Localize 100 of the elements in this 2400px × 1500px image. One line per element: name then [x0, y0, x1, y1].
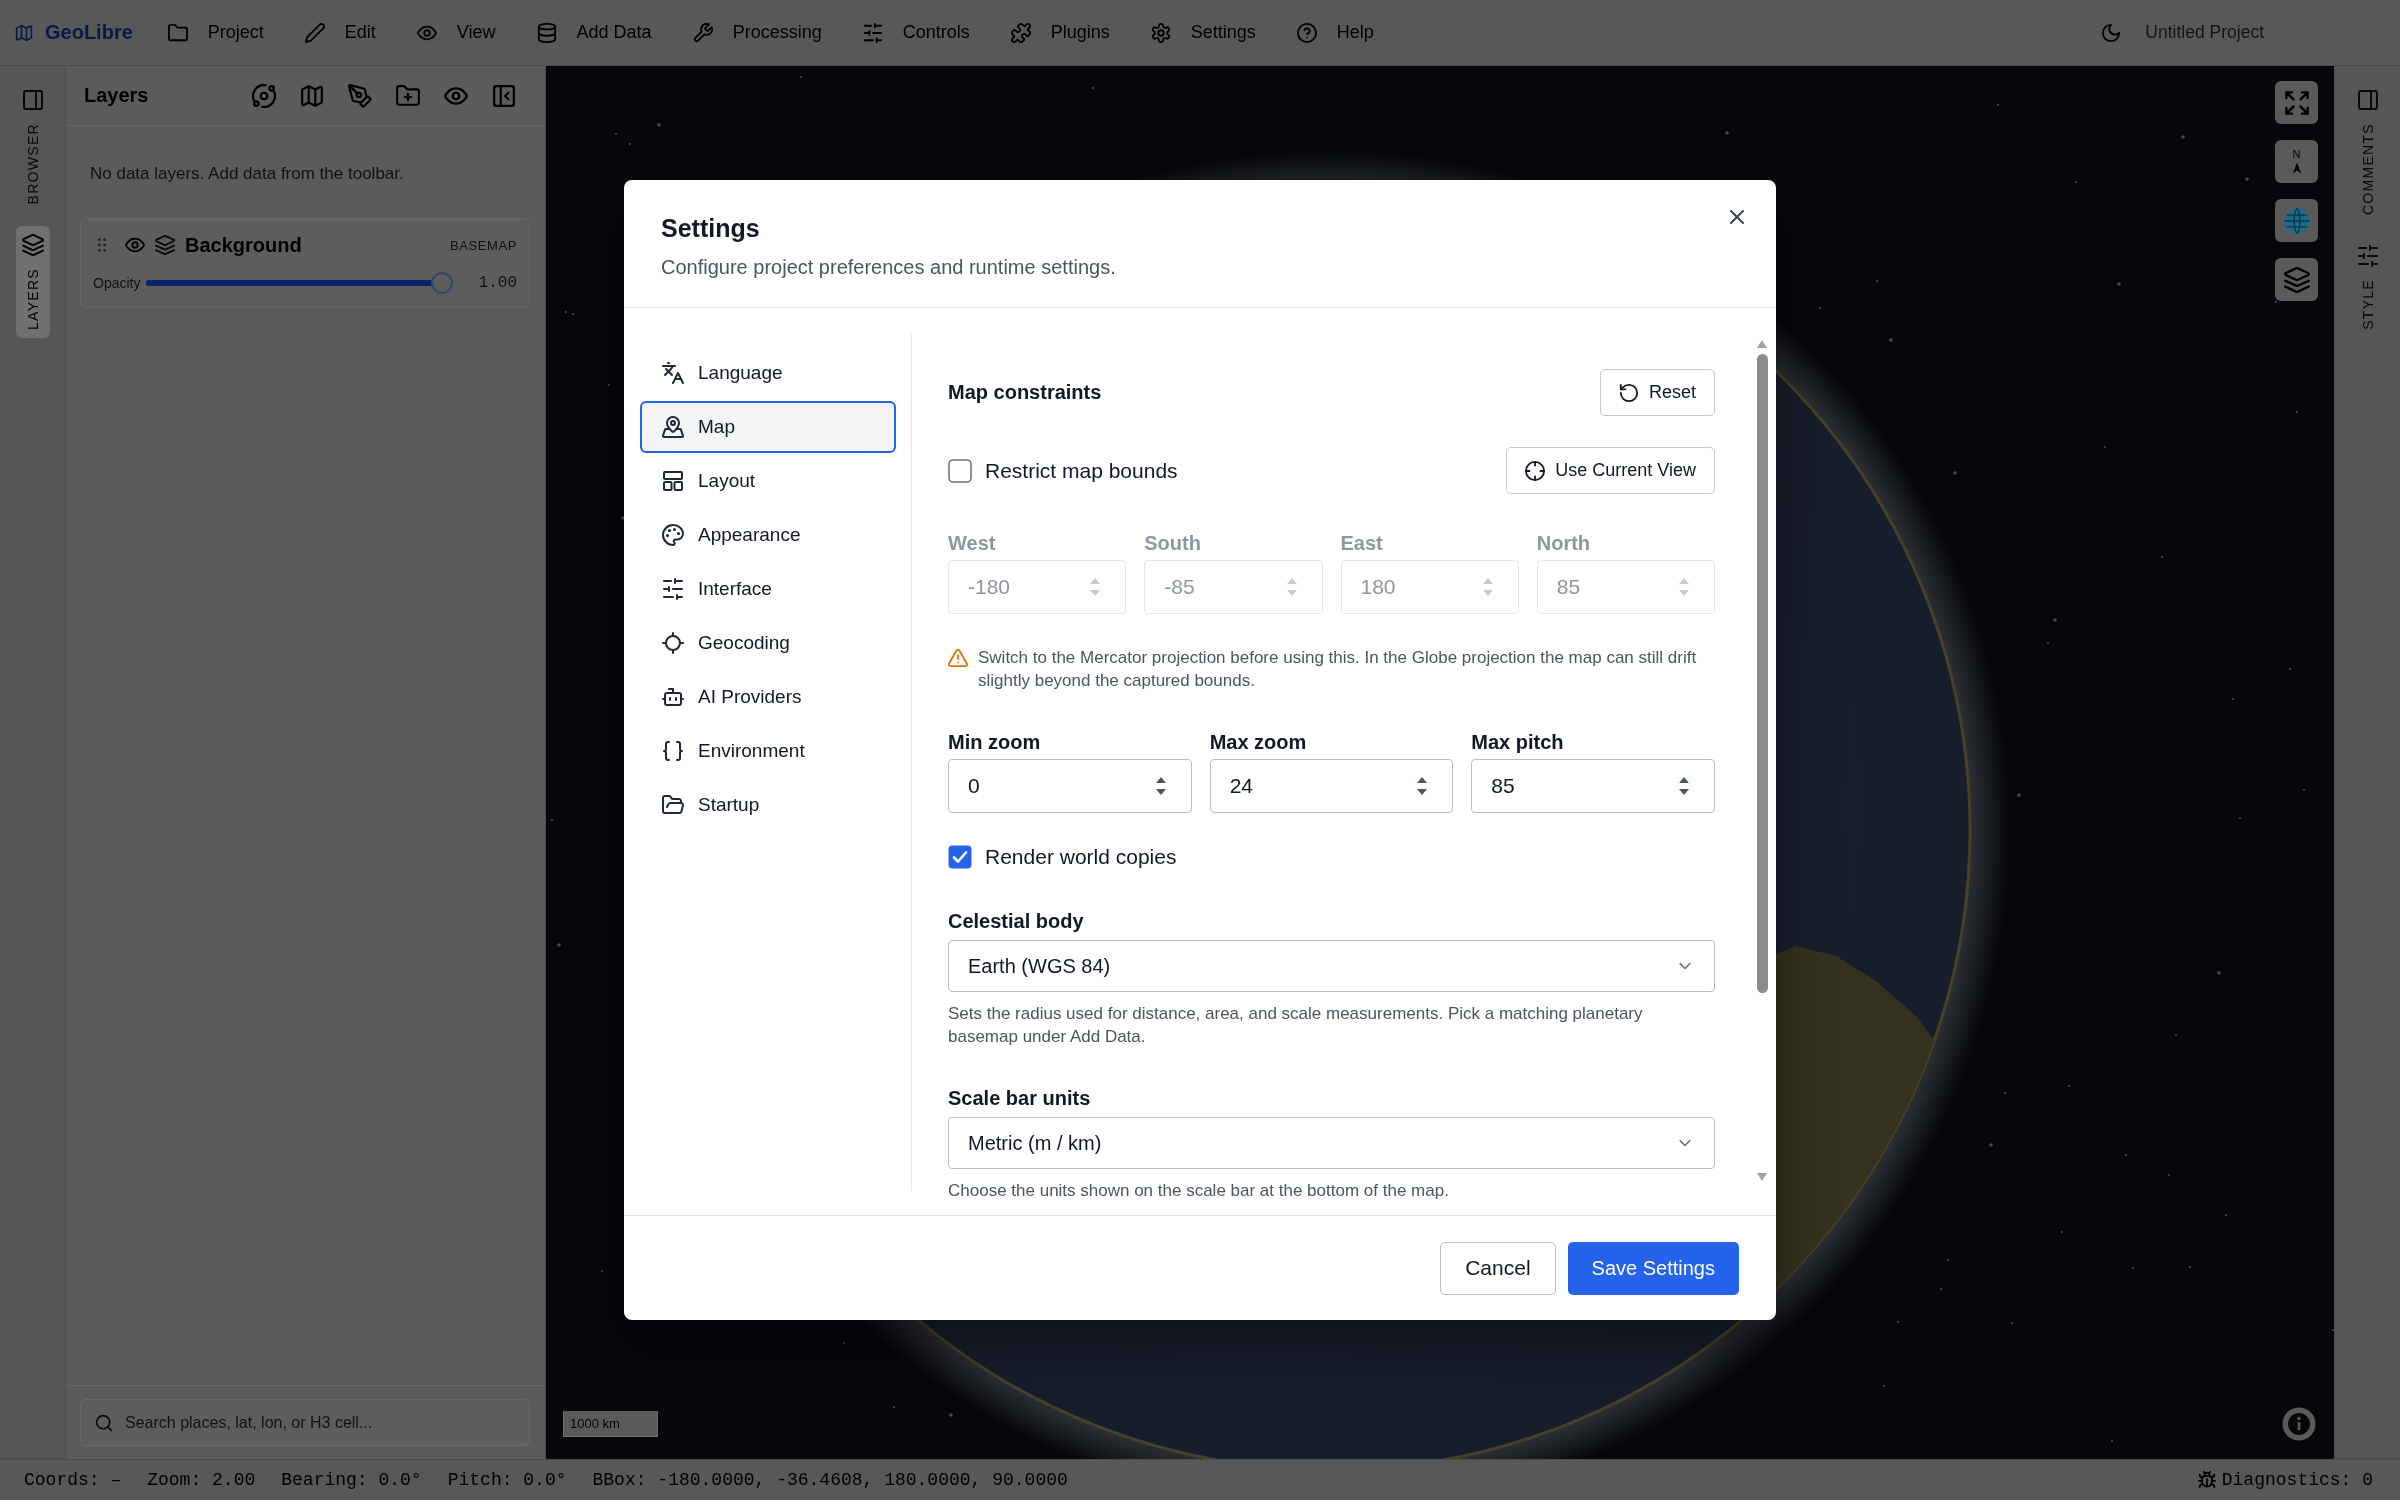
- opacity-value: 1.00: [478, 274, 517, 292]
- cancel-button[interactable]: Cancel: [1440, 1241, 1556, 1295]
- settings-nav-item[interactable]: Layout: [640, 455, 896, 507]
- app-logo[interactable]: GeoLibre: [45, 21, 133, 44]
- menu-item[interactable]: Help: [1286, 16, 1384, 49]
- help-text: Choose the units shown on the scale bar at the bottom of the map.: [948, 1180, 1450, 1202]
- warning-text: Switch to the Mercator projection before using this. In the Globe projection the map can still drift slightly beyond the captured bounds.: [978, 647, 1698, 692]
- settings-nav-item[interactable]: Language: [640, 347, 896, 399]
- menu-item[interactable]: Plugins: [1000, 16, 1120, 49]
- settings-icon: [1150, 22, 1171, 43]
- field-label: South: [1144, 531, 1202, 555]
- side-tab[interactable]: LAYERS: [15, 226, 50, 339]
- select-field[interactable]: Metric (m / km): [948, 1117, 1715, 1169]
- settings-nav-item[interactable]: Interface: [640, 563, 896, 615]
- scale-bar: 1000 km: [563, 1411, 658, 1437]
- menu-item[interactable]: Add Data: [526, 16, 662, 49]
- side-tab[interactable]: STYLE: [2350, 237, 2385, 338]
- slider-thumb[interactable]: [431, 272, 454, 294]
- eye-icon[interactable]: [125, 235, 145, 255]
- orbit-icon[interactable]: [252, 83, 276, 108]
- layer-type-label: BASEMAP: [449, 237, 517, 253]
- select-field[interactable]: Earth (WGS 84): [948, 940, 1715, 992]
- bot-icon: [662, 686, 684, 708]
- checkbox[interactable]: [948, 458, 972, 483]
- help-text: Sets the radius used for distance, area, and scale measurements. Pick a matching planetary basemap under Add Data.: [948, 1003, 1644, 1048]
- reset-button[interactable]: Reset: [1599, 369, 1715, 416]
- dialog-subtitle: Configure project preferences and runtime settings.: [661, 255, 1117, 280]
- stepper-arrows-icon[interactable]: [1416, 775, 1429, 797]
- panel-title: Layers: [84, 84, 149, 107]
- fullscreen-button[interactable]: [2275, 81, 2318, 124]
- project-name: Untitled Project: [2145, 22, 2264, 43]
- scroll-up-icon[interactable]: [1757, 340, 1767, 348]
- compass-button[interactable]: N: [2275, 140, 2318, 183]
- side-tab[interactable]: COMMENTS: [2350, 81, 2385, 224]
- settings-nav-item[interactable]: Startup: [640, 779, 896, 831]
- scroll-down-icon[interactable]: [1757, 1173, 1767, 1181]
- crosshair-icon: [1525, 460, 1546, 481]
- field-label: North: [1536, 531, 1592, 555]
- use-current-view-button[interactable]: Use Current View: [1506, 447, 1715, 494]
- settings-nav-item[interactable]: Environment: [640, 725, 896, 777]
- menu-item[interactable]: Processing: [682, 16, 832, 49]
- menu-item[interactable]: Settings: [1140, 16, 1266, 49]
- scrollbar-thumb[interactable]: [1756, 354, 1768, 993]
- menu-item[interactable]: Edit: [294, 16, 386, 49]
- field-label: Celestial body: [948, 909, 1085, 933]
- menu-item[interactable]: Project: [157, 16, 274, 49]
- empty-message: No data layers. Add data from the toolbar.: [90, 163, 405, 185]
- menu-item[interactable]: Controls: [852, 16, 980, 49]
- number-field[interactable]: 85: [1471, 759, 1715, 813]
- sliders-icon: [2356, 245, 2379, 268]
- field-label: Max pitch: [1471, 730, 1565, 754]
- number-field[interactable]: 0: [948, 759, 1192, 813]
- stepper-arrows-icon[interactable]: [1678, 775, 1690, 797]
- expand-icon: [2283, 89, 2310, 116]
- pen-tool-icon[interactable]: [348, 83, 372, 108]
- menu-item[interactable]: View: [406, 16, 506, 49]
- checkbox[interactable]: [948, 845, 972, 869]
- folder-icon: [167, 22, 188, 43]
- layers-button[interactable]: [2275, 258, 2318, 301]
- help-icon: [1296, 22, 1317, 43]
- info-icon[interactable]: [2282, 1407, 2316, 1441]
- layout-icon: [662, 470, 684, 492]
- status-text: Coords: –: [24, 1470, 122, 1490]
- moon-icon[interactable]: [2101, 22, 2122, 43]
- bug-icon[interactable]: [2197, 1471, 2216, 1489]
- map-icon[interactable]: [300, 83, 324, 108]
- puzzle-icon: [1010, 22, 1031, 43]
- map-pin-icon: [662, 416, 684, 438]
- checkbox-label: Render world copies: [985, 845, 1177, 869]
- warning-icon: [948, 648, 968, 668]
- wrench-icon: [692, 22, 713, 43]
- database-icon: [536, 22, 557, 43]
- save-button[interactable]: Save Settings: [1567, 1241, 1739, 1295]
- search-field[interactable]: Search places, lat, lon, or H3 cell...: [80, 1399, 530, 1446]
- panel-icon: [2356, 89, 2379, 111]
- number-field[interactable]: 24: [1209, 759, 1454, 813]
- layer-name: Background: [185, 233, 302, 257]
- field-label: Max zoom: [1209, 730, 1308, 754]
- layers-icon: [155, 235, 175, 255]
- panel-icon: [21, 89, 44, 111]
- globe-button[interactable]: [2275, 199, 2318, 242]
- palette-icon: [662, 524, 684, 546]
- reset-icon: [1618, 382, 1639, 403]
- drag-handle-icon[interactable]: [97, 237, 107, 253]
- diagnostics-status[interactable]: Diagnostics: 0: [2221, 1470, 2373, 1490]
- stepper-arrows-icon[interactable]: [1154, 775, 1167, 797]
- folder-plus-icon[interactable]: [396, 83, 420, 108]
- settings-nav-item[interactable]: Appearance: [640, 509, 896, 561]
- checkbox-label: Restrict map bounds: [985, 458, 1178, 483]
- side-tab[interactable]: BROWSER: [15, 81, 50, 213]
- field-label: East: [1340, 531, 1384, 555]
- status-text: BBox: -180.0000, -36.4608, 180.0000, 90.0000: [592, 1470, 1068, 1490]
- settings-nav-item[interactable]: Geocoding: [640, 617, 896, 669]
- sliders-icon: [662, 578, 684, 600]
- settings-nav-item[interactable]: Map: [640, 401, 896, 453]
- collapse-panel-icon[interactable]: [492, 83, 516, 108]
- field-label: Scale bar units: [948, 1086, 1092, 1110]
- dialog-title: Settings: [661, 213, 761, 244]
- settings-nav-item[interactable]: AI Providers: [640, 671, 896, 723]
- braces-icon: [662, 740, 684, 762]
